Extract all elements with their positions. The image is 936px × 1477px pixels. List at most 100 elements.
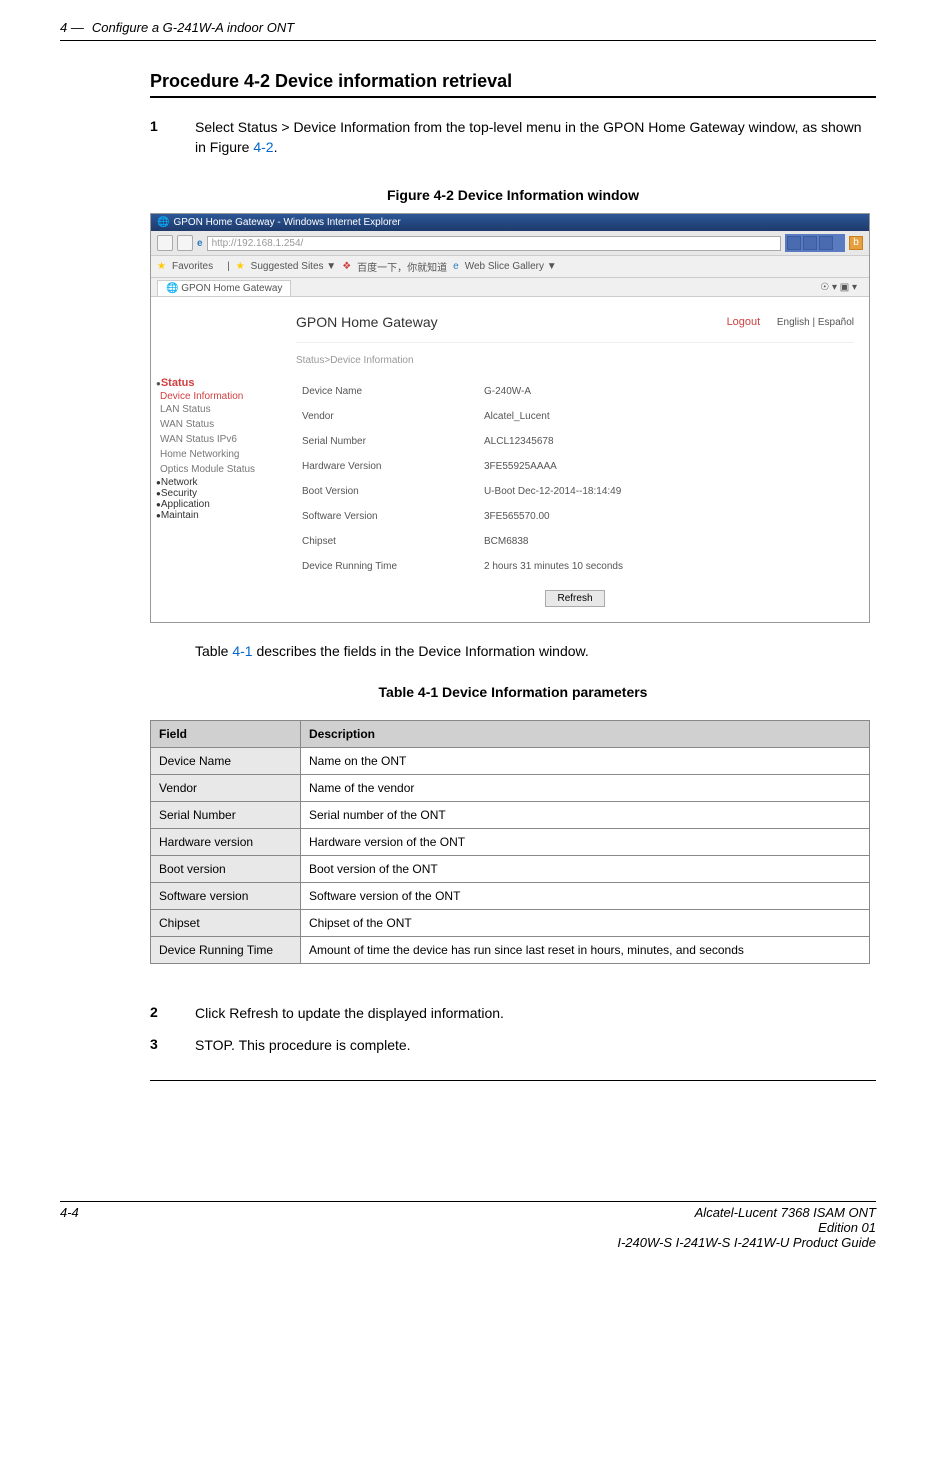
sidebar-network-label: Network: [161, 477, 198, 488]
reload-icon[interactable]: [787, 236, 801, 250]
lang-en[interactable]: English |: [777, 317, 815, 328]
sidebar-security[interactable]: ●Security: [156, 488, 276, 499]
cell-desc: Boot version of the ONT: [301, 856, 870, 883]
table-row: Vendor Name of the vendor: [151, 775, 870, 802]
sidebar-network[interactable]: ●Network: [156, 477, 276, 488]
baidu-link[interactable]: 百度一下，你就知道: [357, 259, 447, 274]
tools-bar[interactable]: ☉ ▾ ▣ ▾: [814, 280, 863, 295]
procedure-end-rule: [150, 1080, 876, 1081]
procedure-title: Procedure 4-2 Device information retriev…: [150, 71, 876, 98]
cell-desc: Amount of time the device has run since …: [301, 937, 870, 964]
sidebar-security-label: Security: [161, 488, 197, 499]
close-icon[interactable]: [819, 236, 833, 250]
step-number: 2: [150, 1004, 195, 1024]
table-row: Serial Number Serial number of the ONT: [151, 802, 870, 829]
label-serial: Serial Number: [298, 430, 478, 453]
step-text: Select Status > Device Information from …: [195, 118, 876, 157]
url-extras: [785, 234, 845, 252]
baidu-icon: ❖: [342, 261, 351, 272]
suggested-sites[interactable]: Suggested Sites ▼: [251, 261, 337, 272]
forward-button[interactable]: [177, 235, 193, 251]
sidebar-item-optics[interactable]: Optics Module Status: [156, 462, 276, 477]
table-describe: Table 4-1 describes the fields in the De…: [195, 643, 876, 659]
figure-link[interactable]: 4-2: [253, 139, 273, 155]
footer-page-number: 4-4: [60, 1205, 79, 1250]
header-field: Field: [151, 721, 301, 748]
sidebar-item-home-net[interactable]: Home Networking: [156, 447, 276, 462]
step-text-a: Select Status > Device Information from …: [195, 119, 861, 155]
cell-field: Device Name: [151, 748, 301, 775]
url-input[interactable]: http://192.168.1.254/: [207, 236, 781, 251]
cell-field: Chipset: [151, 910, 301, 937]
cell-desc: Name on the ONT: [301, 748, 870, 775]
step-number: 3: [150, 1036, 195, 1056]
sidebar-maintain-label: Maintain: [161, 510, 199, 521]
web-slice[interactable]: Web Slice Gallery ▼: [465, 261, 557, 272]
breadcrumb: Status>Device Information: [296, 343, 854, 378]
sidebar-status-group[interactable]: ●Status: [156, 377, 276, 389]
browser-titlebar: 🌐 GPON Home Gateway - Windows Internet E…: [151, 214, 869, 231]
back-button[interactable]: [157, 235, 173, 251]
sidebar-maintain[interactable]: ●Maintain: [156, 510, 276, 521]
label-boot: Boot Version: [298, 480, 478, 503]
sidebar-item-wan-status[interactable]: WAN Status: [156, 417, 276, 432]
table-row: Chipset Chipset of the ONT: [151, 910, 870, 937]
tab-icon: 🌐: [166, 283, 178, 294]
refresh-button[interactable]: Refresh: [545, 590, 605, 607]
sidebar-item-wan-ipv6[interactable]: WAN Status IPv6: [156, 432, 276, 447]
sidebar-application-label: Application: [161, 499, 210, 510]
gpon-content: ●Status Device Information LAN Status WA…: [151, 297, 869, 622]
cell-desc: Serial number of the ONT: [301, 802, 870, 829]
lang-es[interactable]: Español: [818, 317, 854, 328]
value-serial: ALCL12345678: [480, 430, 852, 453]
logout-link[interactable]: Logout: [727, 316, 761, 328]
value-vendor: Alcatel_Lucent: [480, 405, 852, 428]
step-3: 3 STOP. This procedure is complete.: [150, 1036, 876, 1056]
info-row-sw: Software Version 3FE565570.00: [298, 505, 852, 528]
cell-field: Hardware version: [151, 829, 301, 856]
gpon-sidebar: ●Status Device Information LAN Status WA…: [151, 297, 281, 622]
footer-line2: Edition 01: [617, 1220, 876, 1235]
table-link[interactable]: 4-1: [232, 643, 252, 659]
label-sw: Software Version: [298, 505, 478, 528]
step-2: 2 Click Refresh to update the displayed …: [150, 1004, 876, 1024]
tab-gpon[interactable]: 🌐 GPON Home Gateway: [157, 280, 291, 296]
favorites-bar: ★ Favorites | ★ Suggested Sites ▼ ❖ 百度一下…: [151, 256, 869, 278]
label-device-name: Device Name: [298, 380, 478, 403]
figure-title: Figure 4-2 Device Information window: [150, 187, 876, 203]
browser-title: GPON Home Gateway - Windows Internet Exp…: [173, 217, 400, 228]
sidebar-item-lan-status[interactable]: LAN Status: [156, 402, 276, 417]
footer-line1: Alcatel-Lucent 7368 ISAM ONT: [617, 1205, 876, 1220]
cell-field: Boot version: [151, 856, 301, 883]
page-footer: 4-4 Alcatel-Lucent 7368 ISAM ONT Edition…: [60, 1201, 876, 1250]
divider: |: [227, 261, 230, 272]
device-info-table: Device Name G-240W-A Vendor Alcatel_Luce…: [296, 378, 854, 580]
label-vendor: Vendor: [298, 405, 478, 428]
cell-desc: Chipset of the ONT: [301, 910, 870, 937]
step-text: STOP. This procedure is complete.: [195, 1036, 876, 1056]
screenshot-figure: 🌐 GPON Home Gateway - Windows Internet E…: [150, 213, 870, 623]
describe-text-a: Table: [195, 643, 232, 659]
value-hw: 3FE55925AAAA: [480, 455, 852, 478]
footer-product: Alcatel-Lucent 7368 ISAM ONT Edition 01 …: [617, 1205, 876, 1250]
label-chipset: Chipset: [298, 530, 478, 553]
tab-label: GPON Home Gateway: [181, 283, 282, 294]
sidebar-application[interactable]: ●Application: [156, 499, 276, 510]
sidebar-item-device-info[interactable]: Device Information: [156, 391, 276, 402]
cell-field: Vendor: [151, 775, 301, 802]
info-row-device-name: Device Name G-240W-A: [298, 380, 852, 403]
table-title: Table 4-1 Device Information parameters: [150, 684, 876, 700]
table-header-row: Field Description: [151, 721, 870, 748]
stop-icon[interactable]: [803, 236, 817, 250]
section-number: 4 —: [60, 20, 84, 35]
search-icon[interactable]: b: [849, 236, 863, 250]
footer-line3: I-240W-S I-241W-S I-241W-U Product Guide: [617, 1235, 876, 1250]
step-number: 1: [150, 118, 195, 157]
browser-nav: e http://192.168.1.254/ b: [151, 231, 869, 256]
cell-field: Software version: [151, 883, 301, 910]
favorites-label[interactable]: Favorites: [172, 261, 213, 272]
star-icon[interactable]: ★: [157, 261, 166, 272]
web-slice-icon: e: [453, 261, 459, 272]
info-row-serial: Serial Number ALCL12345678: [298, 430, 852, 453]
page-header: 4 — Configure a G-241W-A indoor ONT: [60, 20, 876, 41]
